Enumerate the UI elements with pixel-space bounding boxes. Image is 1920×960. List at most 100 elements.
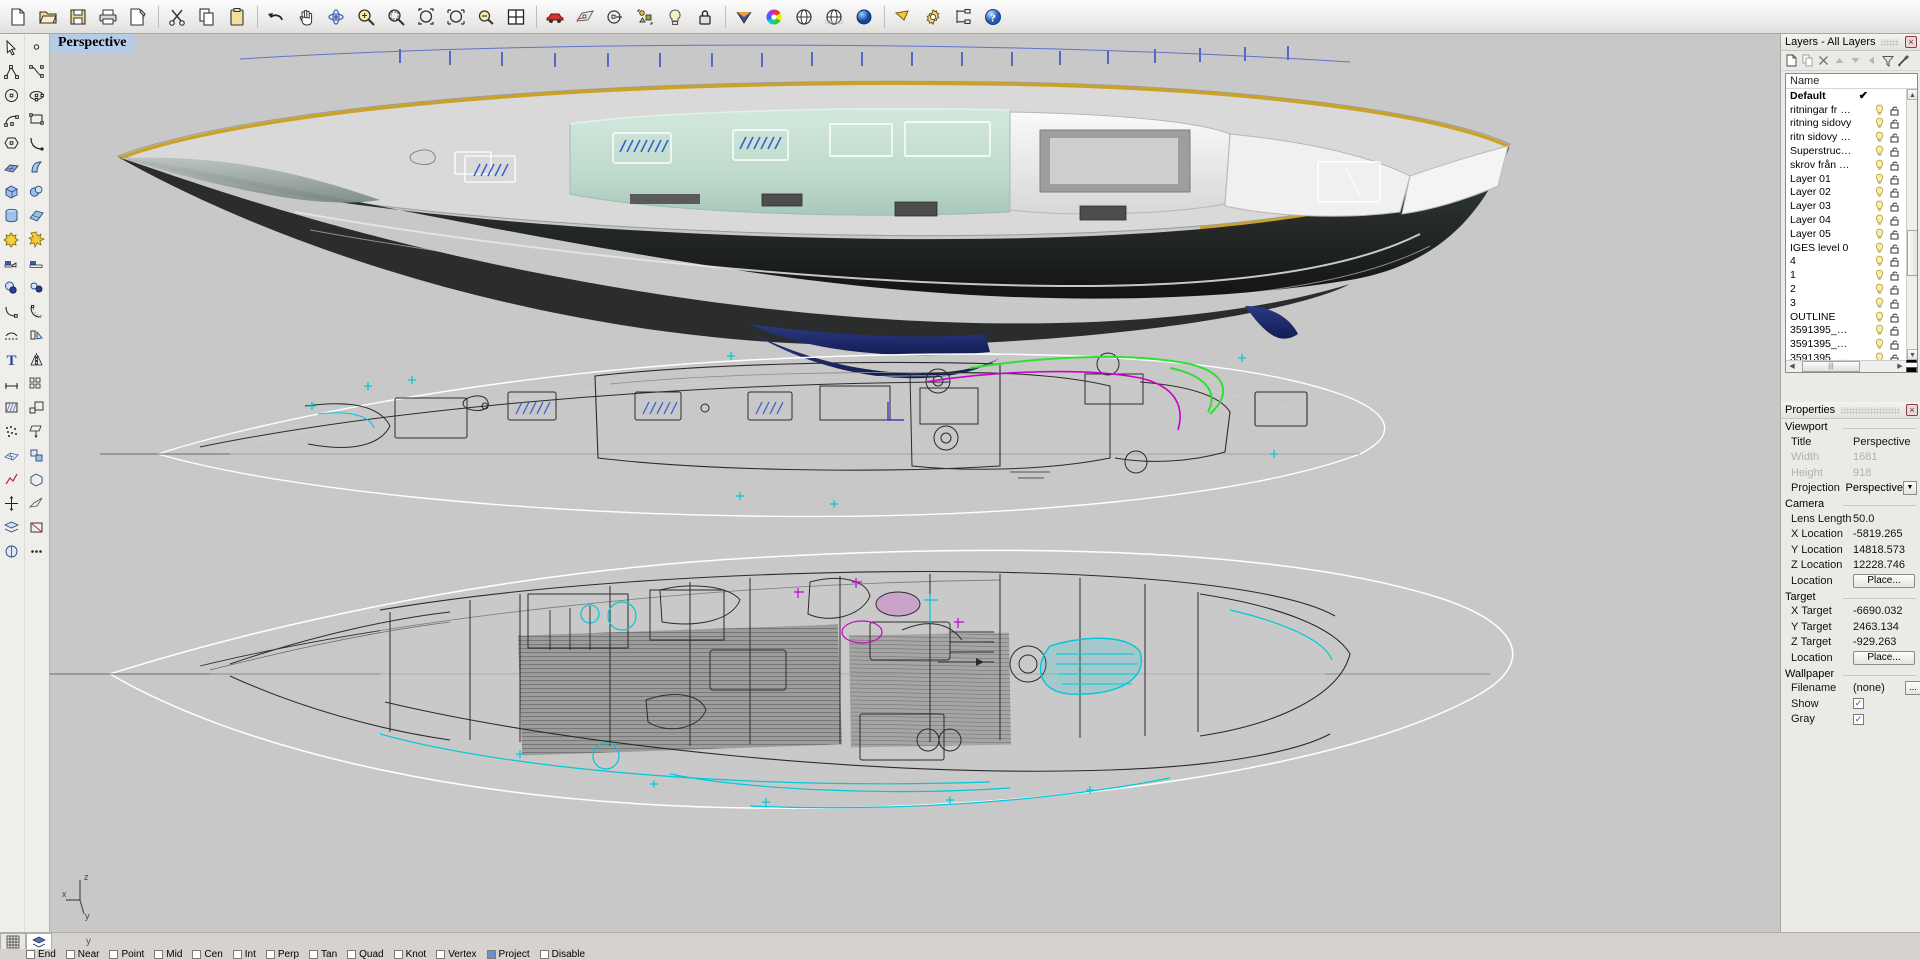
light-bulb-icon[interactable] [1874, 297, 1889, 309]
layer-tools-icon[interactable] [1896, 53, 1911, 69]
osnap-toggle[interactable]: Quad [347, 949, 384, 960]
wallpaper-gray-checkbox[interactable]: ✓ [1853, 713, 1864, 725]
osnap-toggle[interactable]: Tan [309, 949, 337, 960]
browse-file-button[interactable]: ... [1905, 681, 1920, 696]
layer-row[interactable]: ritningar fr a... [1786, 103, 1917, 117]
unlock-icon[interactable] [1889, 255, 1904, 267]
layers-list[interactable]: Name Default ✔ ritningar fr a... ritning si… [1785, 73, 1918, 373]
layer-row[interactable]: Layer 02 [1786, 186, 1917, 200]
curve-from-points-tool[interactable] [25, 132, 48, 155]
layer-row[interactable]: Layer 03 [1786, 199, 1917, 213]
unlock-icon[interactable] [1889, 186, 1904, 198]
shaded-sphere-icon[interactable] [850, 3, 878, 31]
array-tool[interactable] [25, 372, 48, 395]
light-bulb-icon[interactable] [1874, 269, 1889, 281]
prop-value-camera-x[interactable]: -5819.265 [1853, 528, 1920, 540]
light-bulb-icon[interactable] [1874, 242, 1889, 254]
light-bulb-icon[interactable] [1874, 186, 1889, 198]
unlock-icon[interactable] [1889, 117, 1904, 129]
layer-row[interactable]: 4 [1786, 255, 1917, 269]
dimension-tool[interactable] [0, 372, 23, 395]
layer-row[interactable]: IGES level 0 [1786, 241, 1917, 255]
chevron-down-icon[interactable]: ▼ [1903, 481, 1917, 496]
undo-arrow-icon[interactable] [262, 3, 290, 31]
paste-clipboard-icon[interactable] [223, 3, 251, 31]
unlock-icon[interactable] [1889, 200, 1904, 212]
unlock-icon[interactable] [1889, 159, 1904, 171]
osnap-checkbox[interactable] [347, 949, 357, 959]
properties-panel-titlebar[interactable]: Properties × [1781, 402, 1920, 419]
light-bulb-icon[interactable] [1874, 283, 1889, 295]
osnap-checkbox[interactable] [393, 949, 403, 959]
layers-horizontal-scrollbar[interactable]: ◀ ||| ▶ [1786, 360, 1906, 372]
osnap-checkbox[interactable] [265, 949, 275, 959]
save-icon[interactable] [64, 3, 92, 31]
light-bulb-icon[interactable] [1874, 214, 1889, 226]
scroll-up-arrow[interactable]: ▲ [1907, 89, 1917, 100]
surface-from-network-tool[interactable] [0, 156, 23, 179]
layers-column-header[interactable]: Name [1786, 74, 1917, 89]
camera-place-button[interactable]: Place... [1853, 573, 1915, 588]
unlock-icon[interactable] [1889, 338, 1904, 350]
move-left-icon[interactable] [1864, 53, 1879, 69]
close-icon[interactable]: × [1905, 36, 1917, 48]
blend-surface-tool[interactable] [0, 324, 23, 347]
zoom-in-icon[interactable] [352, 3, 380, 31]
unlock-icon[interactable] [1889, 269, 1904, 281]
layer-row[interactable]: 3 [1786, 296, 1917, 310]
point-editing-icon[interactable] [601, 3, 629, 31]
project-tool[interactable] [25, 420, 48, 443]
layer-row[interactable]: Default ✔ [1786, 89, 1917, 103]
osnap-checkbox[interactable] [309, 949, 319, 959]
prop-value-camera-y[interactable]: 14818.573 [1853, 544, 1920, 556]
unlock-icon[interactable] [1889, 145, 1904, 157]
light-bulb-icon[interactable] [1874, 324, 1889, 336]
zoom-selected-icon[interactable] [442, 3, 470, 31]
layer-row[interactable]: ritn sidovy br... [1786, 130, 1917, 144]
scroll-thumb[interactable] [1907, 229, 1917, 276]
misc-tool[interactable] [25, 540, 48, 563]
lock-icon[interactable] [691, 3, 719, 31]
osnap-checkbox[interactable] [154, 949, 164, 959]
analysis-tool[interactable] [0, 468, 23, 491]
panel-drag-grip[interactable] [1841, 406, 1900, 414]
light-bulb-icon[interactable] [1874, 104, 1889, 116]
osnap-toggle[interactable]: Knot [393, 949, 426, 960]
layer-row[interactable]: ritning sidovy [1786, 117, 1917, 131]
filter-icon[interactable] [1880, 53, 1895, 69]
ellipse-tool[interactable] [25, 84, 48, 107]
layer-row[interactable]: Layer 05 [1786, 227, 1917, 241]
scroll-left-arrow[interactable]: ◀ [1786, 361, 1798, 372]
polyline-tool[interactable] [0, 60, 23, 83]
osnap-checkbox[interactable] [192, 949, 202, 959]
delete-layer-icon[interactable] [1816, 53, 1831, 69]
circle-tool[interactable] [0, 84, 23, 107]
prop-value-lens-length[interactable]: 50.0 [1853, 513, 1920, 525]
layer-row[interactable]: 3591395_D... [1786, 337, 1917, 351]
osnap-checkbox[interactable] [26, 949, 35, 959]
hscroll-thumb[interactable]: ||| [1802, 361, 1860, 372]
light-bulb-icon[interactable] [1874, 159, 1889, 171]
light-bulb-icon[interactable] [661, 3, 689, 31]
surface-sweep-tool[interactable] [25, 156, 48, 179]
zoom-extents-icon[interactable] [412, 3, 440, 31]
unlock-icon[interactable] [1889, 228, 1904, 240]
light-bulb-icon[interactable] [1874, 131, 1889, 143]
sphere-boolean-tool[interactable] [25, 180, 48, 203]
point-tool[interactable] [25, 36, 48, 59]
unlock-icon[interactable] [1889, 324, 1904, 336]
transform-tool[interactable] [0, 492, 23, 515]
light-bulb-icon[interactable] [1874, 145, 1889, 157]
close-icon[interactable]: × [1906, 404, 1918, 416]
light-bulb-icon[interactable] [1874, 228, 1889, 240]
wallpaper-show-checkbox[interactable]: ✓ [1853, 698, 1864, 710]
osnap-toggle[interactable]: Disable [539, 949, 585, 960]
layer-color-swatch[interactable] [1906, 367, 1917, 372]
trim-tool[interactable] [25, 252, 48, 275]
environment-icon[interactable] [790, 3, 818, 31]
osnap-toggle[interactable]: Int [232, 949, 256, 960]
layer-row[interactable]: OUTLINE [1786, 310, 1917, 324]
layer-row[interactable]: Layer 01 [1786, 172, 1917, 186]
scroll-right-arrow[interactable]: ▶ [1894, 361, 1906, 372]
layer-row[interactable]: skrov från m... [1786, 158, 1917, 172]
